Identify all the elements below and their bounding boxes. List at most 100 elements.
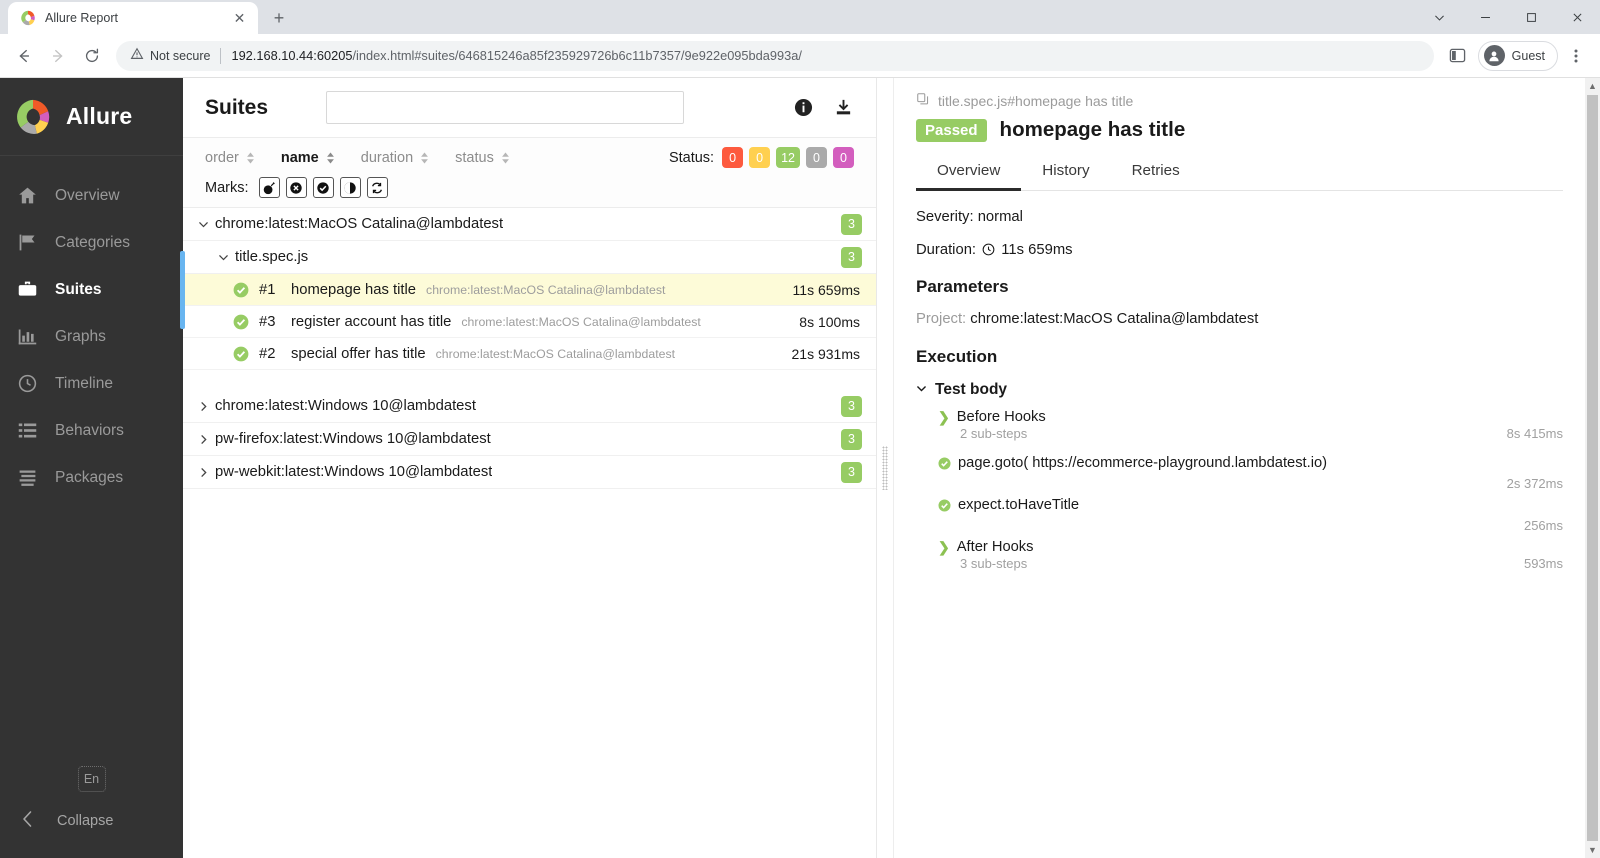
sort-duration-label: duration <box>360 149 414 166</box>
plus-icon[interactable]: + <box>265 4 293 32</box>
window-close-icon[interactable] <box>1554 0 1600 34</box>
sort-duration[interactable]: duration <box>361 150 429 166</box>
step-item[interactable]: expect.toHaveTitle 256ms <box>916 497 1563 533</box>
test-duration: 11s 659ms <box>792 281 860 298</box>
step-header[interactable]: ❯ After Hooks <box>938 539 1563 555</box>
page-title: Suites <box>205 95 269 119</box>
tree-row-label: pw-webkit:latest:Windows 10@lambdatest <box>215 464 493 480</box>
pane-splitter[interactable] <box>877 78 893 858</box>
passed-mark-icon[interactable] <box>312 177 334 198</box>
tab-history[interactable]: History <box>1021 157 1110 190</box>
step-item[interactable]: page.goto( https://ecommerce-playground.… <box>916 455 1563 491</box>
chevron-down-icon[interactable] <box>1416 0 1462 34</box>
arrow-left-icon[interactable] <box>8 40 40 72</box>
chevron-right-icon: ❯ <box>938 539 950 556</box>
tree-row[interactable]: chrome:latest:MacOS Catalina@lambdatest … <box>183 208 876 241</box>
maximize-icon[interactable] <box>1508 0 1554 34</box>
status-badge-skipped[interactable]: 0 <box>806 147 827 168</box>
url-text: 192.168.10.44:60205/index.html#suites/64… <box>231 48 1419 63</box>
browser-tab-title: Allure Report <box>45 11 118 25</box>
step-header[interactable]: ❯ Before Hooks <box>938 409 1563 425</box>
search-input[interactable] <box>326 91 685 124</box>
marks-filter-group: Marks: <box>205 177 854 198</box>
tree-row-label: title.spec.js <box>235 249 309 265</box>
suites-filters: order name duration status Status: 0 0 1… <box>183 138 876 208</box>
parameter-value: chrome:latest:MacOS Catalina@lambdatest <box>970 311 1259 327</box>
status-badge-passed[interactable]: 12 <box>776 147 800 168</box>
avatar <box>1483 45 1505 66</box>
info-icon[interactable] <box>792 97 814 119</box>
profile-button[interactable]: Guest <box>1477 40 1558 71</box>
breadcrumb[interactable]: title.spec.js#homepage has title <box>916 92 1563 109</box>
step-header[interactable]: page.goto( https://ecommerce-playground.… <box>938 455 1563 475</box>
step-header[interactable]: expect.toHaveTitle <box>938 497 1563 517</box>
sidebar-item-label: Behaviors <box>55 421 124 439</box>
test-project: chrome:latest:MacOS Catalina@lambdatest <box>435 346 676 361</box>
brand-name: Allure <box>66 103 133 129</box>
language-button[interactable]: En <box>77 766 106 792</box>
app-sidebar: Allure Overview Categories Suites Graphs… <box>0 78 185 858</box>
scroll-up-arrow-icon[interactable]: ▲ <box>1588 78 1597 94</box>
minimize-icon[interactable] <box>1462 0 1508 34</box>
address-bar[interactable]: Not secure 192.168.10.44:60205/index.htm… <box>116 40 1434 71</box>
sort-status[interactable]: status <box>455 150 510 166</box>
sort-status-label: status <box>455 149 494 166</box>
chevron-left-icon <box>21 810 35 832</box>
status-badge-failed[interactable]: 0 <box>722 147 744 168</box>
side-panel-icon[interactable] <box>1442 40 1474 72</box>
tab-overview[interactable]: Overview <box>916 157 1022 191</box>
test-detail-pane: title.spec.js#homepage has title Passed … <box>893 78 1585 858</box>
security-status[interactable]: Not secure <box>130 47 210 64</box>
step-item[interactable]: ❯ Before Hooks 2 sub-steps 8s 415ms <box>916 409 1563 441</box>
sort-name[interactable]: name <box>281 150 335 166</box>
test-row[interactable]: #3 register account has title chrome:lat… <box>183 306 876 338</box>
step-duration-row: 2s 372ms <box>938 476 1563 491</box>
close-icon[interactable]: ✕ <box>231 10 248 27</box>
flaky-mark-icon[interactable] <box>258 177 280 198</box>
chevron-updown-icon <box>420 152 429 164</box>
retry-mark-icon[interactable] <box>366 177 388 198</box>
download-icon[interactable] <box>832 97 854 119</box>
duration-label: Duration: <box>916 242 977 258</box>
browser-window: Allure Report ✕ + Not secure 192.168.10.… <box>0 0 1600 858</box>
collapse-button[interactable]: Collapse <box>0 810 183 832</box>
scrollbar-thumb[interactable] <box>1587 95 1598 841</box>
copy-icon[interactable] <box>916 92 930 109</box>
security-label: Not secure <box>150 48 211 63</box>
sidebar-item-categories[interactable]: Categories <box>0 219 183 266</box>
splitter-grip[interactable] <box>882 446 888 490</box>
test-row[interactable]: #2 special offer has title chrome:latest… <box>183 338 876 370</box>
arrow-right-icon[interactable] <box>42 40 74 72</box>
tree-row[interactable]: pw-webkit:latest:Windows 10@lambdatest 3 <box>183 456 876 489</box>
sidebar-item-behaviors[interactable]: Behaviors <box>0 407 183 454</box>
tab-retries[interactable]: Retries <box>1111 157 1201 190</box>
suites-pane: Suites order name duration status Status… <box>183 78 877 858</box>
test-body-toggle[interactable]: Test body <box>916 381 1563 399</box>
sidebar-item-suites[interactable]: Suites <box>0 250 185 329</box>
step-item[interactable]: ❯ After Hooks 3 sub-steps 593ms <box>916 539 1563 571</box>
step-substeps-row: 3 sub-steps 593ms <box>938 556 1563 571</box>
failed-mark-icon[interactable] <box>285 177 307 198</box>
step-title: expect.toHaveTitle <box>958 497 1080 514</box>
status-badge-broken[interactable]: 0 <box>749 147 771 168</box>
sidebar-item-overview[interactable]: Overview <box>0 172 183 219</box>
kebab-menu-icon[interactable] <box>1560 40 1592 72</box>
browser-tab[interactable]: Allure Report ✕ <box>8 2 258 34</box>
test-title-row: Passed homepage has title <box>916 118 1563 142</box>
sidebar-item-graphs[interactable]: Graphs <box>0 313 183 360</box>
sidebar-item-timeline[interactable]: Timeline <box>0 360 183 407</box>
scroll-down-arrow-icon[interactable]: ▼ <box>1588 842 1597 858</box>
tree-row[interactable]: pw-firefox:latest:Windows 10@lambdatest … <box>183 423 876 456</box>
detail-tabs: Overview History Retries <box>916 157 1563 191</box>
tree-row[interactable]: chrome:latest:Windows 10@lambdatest 3 <box>183 390 876 423</box>
newfailed-mark-icon[interactable] <box>339 177 361 198</box>
test-name: homepage has title <box>291 281 417 298</box>
page-scrollbar[interactable]: ▲ ▼ <box>1585 78 1600 858</box>
reload-icon[interactable] <box>76 40 108 72</box>
tree-row[interactable]: title.spec.js 3 <box>183 241 876 274</box>
test-row[interactable]: #1 homepage has title chrome:latest:MacO… <box>183 274 876 306</box>
status-badge-unknown[interactable]: 0 <box>833 147 854 168</box>
omnibox-divider <box>220 47 222 64</box>
sidebar-item-packages[interactable]: Packages <box>0 454 183 501</box>
sort-order[interactable]: order <box>205 150 255 166</box>
